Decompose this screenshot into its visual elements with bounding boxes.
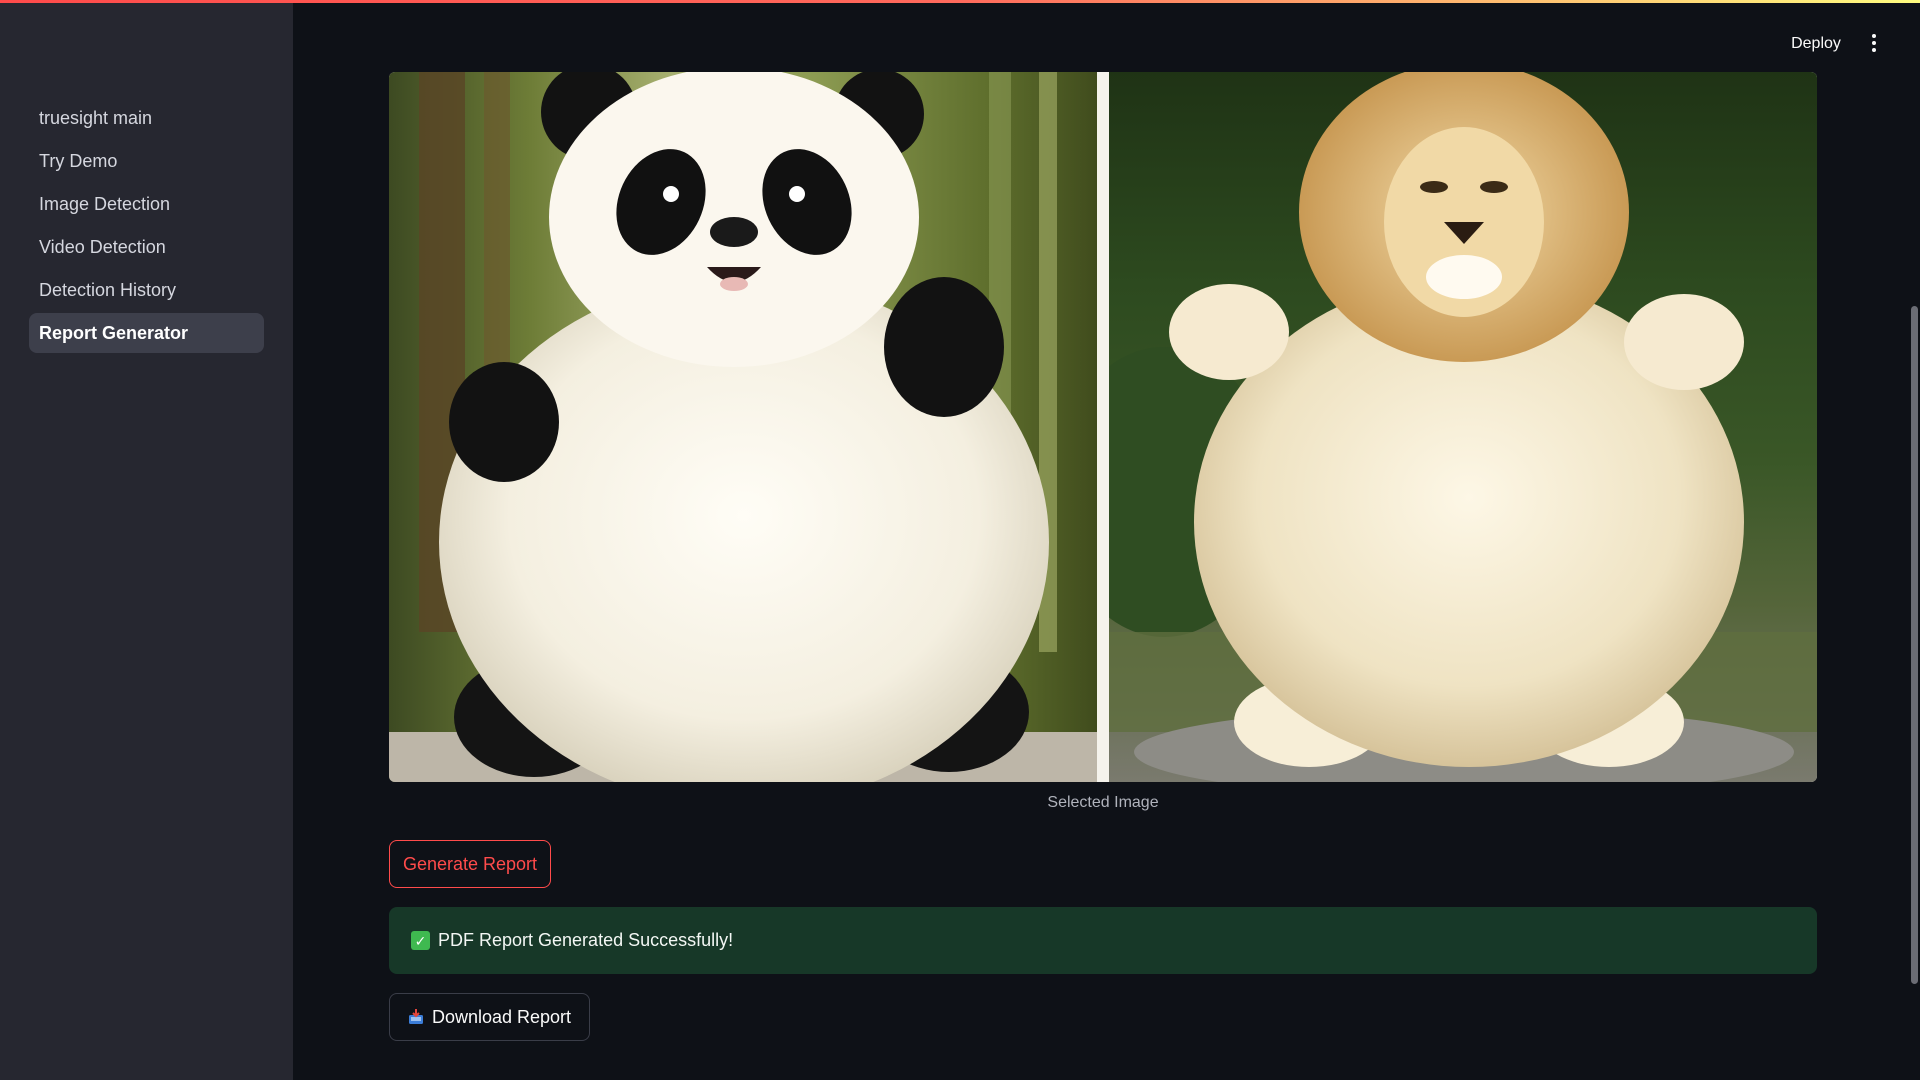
menu-dot xyxy=(1872,41,1876,45)
sidebar: truesight main Try Demo Image Detection … xyxy=(0,0,293,1080)
menu-dot xyxy=(1872,34,1876,38)
sidebar-item-label: truesight main xyxy=(39,107,153,128)
inbox-tray-icon xyxy=(408,1009,423,1024)
sidebar-item-truesight-main[interactable]: truesight main xyxy=(29,98,264,138)
deploy-button-label: Deploy xyxy=(1791,35,1841,52)
menu-dot xyxy=(1872,48,1876,52)
sidebar-item-label: Report Generator xyxy=(39,322,189,343)
sidebar-item-try-demo[interactable]: Try Demo xyxy=(29,141,264,181)
sidebar-item-label: Image Detection xyxy=(39,193,171,214)
sidebar-item-detection-history[interactable]: Detection History xyxy=(29,270,264,310)
selected-image xyxy=(389,72,1817,782)
sidebar-item-label: Try Demo xyxy=(39,150,118,171)
sidebar-item-label: Video Detection xyxy=(39,236,166,257)
deploy-button[interactable]: Deploy xyxy=(1776,30,1856,58)
sidebar-item-label: Detection History xyxy=(39,279,177,300)
scrollbar[interactable] xyxy=(1911,306,1918,984)
download-report-button[interactable]: Download Report xyxy=(389,993,590,1041)
lion-illustration xyxy=(1109,72,1817,782)
success-alert: ✓ PDF Report Generated Successfully! xyxy=(389,907,1817,974)
panda-image-panel xyxy=(389,72,1097,782)
sidebar-item-image-detection[interactable]: Image Detection xyxy=(29,184,264,224)
header-decoration-bar xyxy=(0,0,1920,3)
success-message: PDF Report Generated Successfully! xyxy=(438,930,734,950)
lion-image-panel xyxy=(1109,72,1817,782)
sidebar-nav: truesight main Try Demo Image Detection … xyxy=(29,98,264,356)
more-vertical-icon[interactable] xyxy=(1862,28,1886,58)
generate-report-button[interactable]: Generate Report xyxy=(389,840,551,888)
sidebar-item-report-generator[interactable]: Report Generator xyxy=(29,313,264,353)
sidebar-item-video-detection[interactable]: Video Detection xyxy=(29,227,264,267)
generate-report-label: Generate Report xyxy=(402,853,538,874)
image-divider xyxy=(1097,72,1109,782)
image-caption: Selected Image xyxy=(1047,794,1159,811)
panda-illustration xyxy=(389,72,1097,782)
white-check-mark-icon: ✓ xyxy=(411,931,430,950)
download-report-label: Download Report xyxy=(431,1006,572,1027)
